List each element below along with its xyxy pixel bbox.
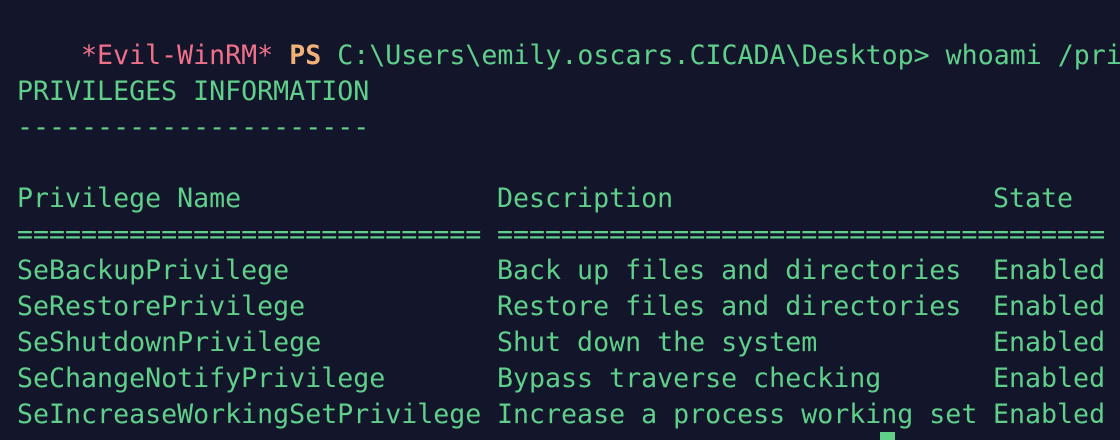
privilege-name: SeRestorePrivilege <box>17 291 306 322</box>
privilege-name: SeBackupPrivilege <box>17 255 290 286</box>
privilege-description: Increase a process working set <box>497 399 978 430</box>
privilege-state: Enabled <box>993 327 1106 358</box>
table-row: SeChangeNotifyPrivilege Bypass traverse … <box>17 361 1117 397</box>
header-description: Description <box>497 183 674 214</box>
privilege-state: Enabled <box>993 255 1106 286</box>
table-row: SeRestorePrivilege Restore files and dir… <box>17 289 1117 325</box>
privilege-description: Restore files and directories <box>497 291 962 322</box>
privilege-name: SeShutdownPrivilege <box>17 327 322 358</box>
table-row: SeShutdownPrivilege Shut down the system… <box>17 325 1117 361</box>
privilege-description: Shut down the system <box>497 327 818 358</box>
prompt-line: *Evil-WinRM* PS C:\Users\emily.oscars.CI… <box>17 2 1120 71</box>
separator-state: ======= <box>993 219 1106 250</box>
prompt-shell-name: *Evil-WinRM* <box>81 40 274 71</box>
section-underline: ---------------------- <box>17 112 370 143</box>
privilege-state: Enabled <box>993 399 1106 430</box>
privilege-name: SeChangeNotifyPrivilege <box>17 363 386 394</box>
separator-description: =============================== <box>497 219 994 250</box>
table-separator-row: ============================= ==========… <box>17 217 1117 253</box>
prompt-ps-label: PS <box>289 40 322 71</box>
table-row: SeIncreaseWorkingSetPrivilege Increase a… <box>17 397 1117 433</box>
command-text: whoami /priv <box>945 40 1120 71</box>
terminal-cursor <box>880 432 895 440</box>
table-row: SeBackupPrivilege Back up files and dire… <box>17 253 1117 289</box>
header-privilege-name: Privilege Name <box>17 183 242 214</box>
privilege-state: Enabled <box>993 291 1106 322</box>
separator-privilege-name: ============================= <box>17 219 482 250</box>
prompt-path: C:\Users\emily.oscars.CICADA\Desktop> <box>337 40 930 71</box>
header-state: State <box>993 183 1074 214</box>
terminal-window[interactable]: *Evil-WinRM* PS C:\Users\emily.oscars.CI… <box>0 0 1120 440</box>
privilege-name: SeIncreaseWorkingSetPrivilege <box>17 399 482 430</box>
privilege-description: Bypass traverse checking <box>497 363 882 394</box>
privilege-description: Back up files and directories <box>497 255 962 286</box>
section-title: PRIVILEGES INFORMATION <box>17 76 370 107</box>
table-header-row: Privilege Name Description State <box>17 181 1117 217</box>
privilege-state: Enabled <box>993 363 1106 394</box>
